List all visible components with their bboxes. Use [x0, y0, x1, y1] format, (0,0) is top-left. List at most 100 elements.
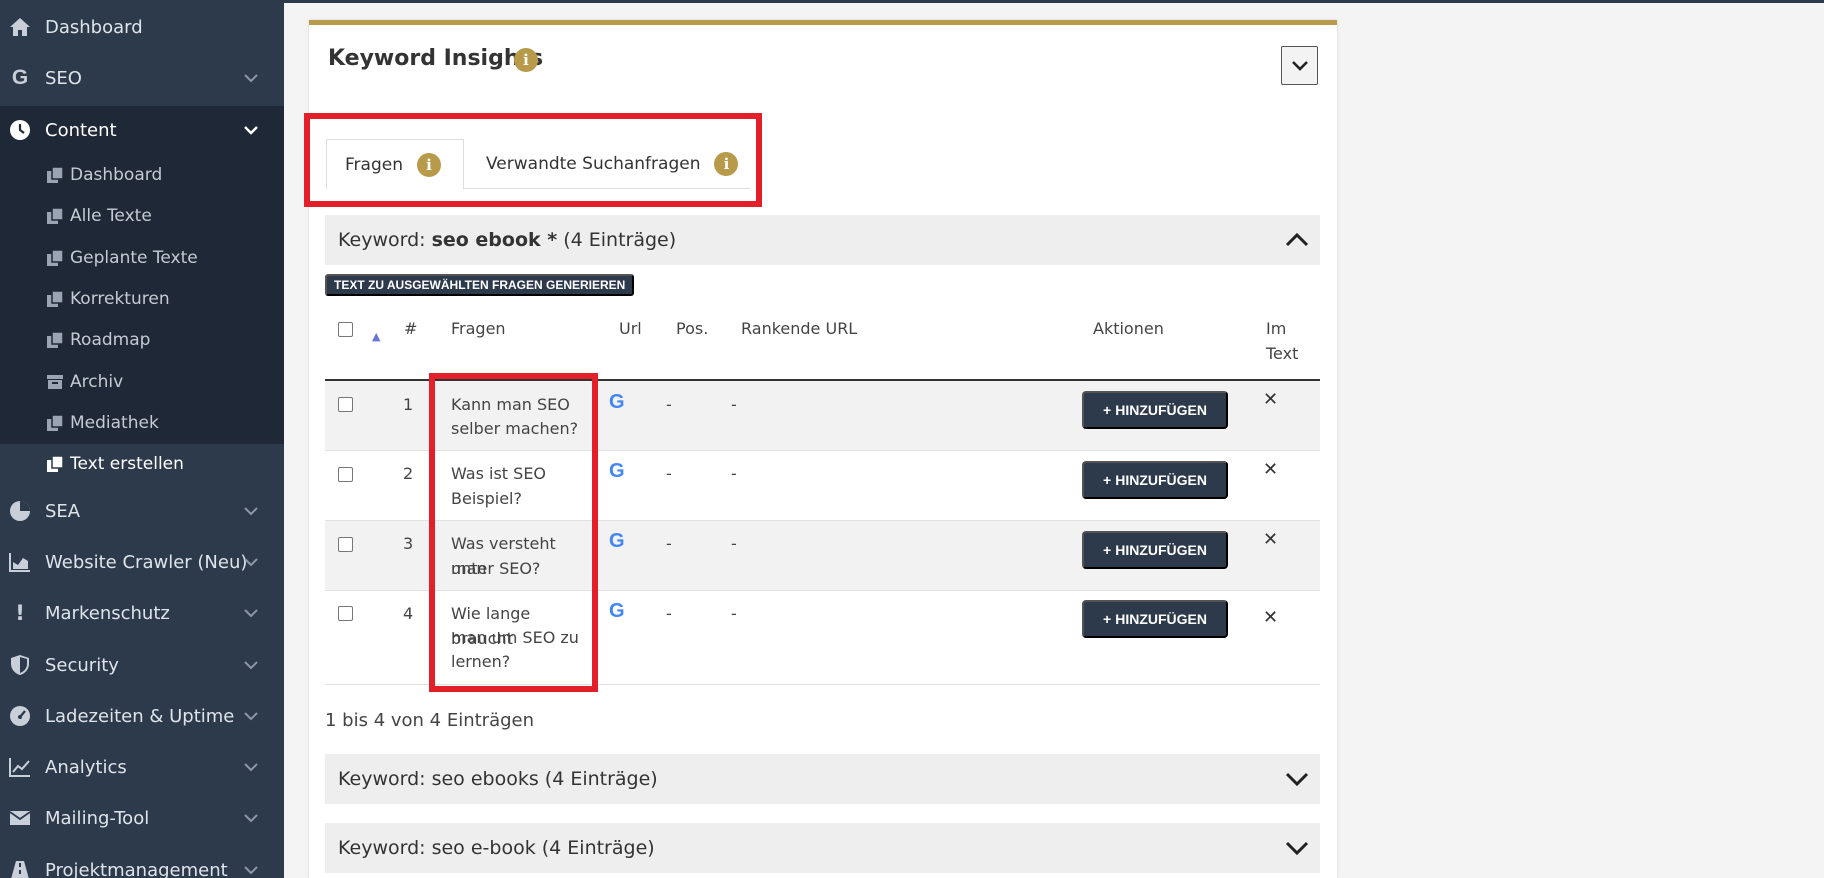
- google-search-icon[interactable]: G: [609, 600, 625, 623]
- add-button[interactable]: + HINZUFÜGEN: [1082, 531, 1228, 569]
- row-number: 2: [403, 464, 414, 483]
- keyword-count: (4 Einträge): [563, 229, 677, 251]
- submenu-item-label: Mediathek: [70, 413, 159, 433]
- keyword-header-collapsed[interactable]: Keyword: seo ebooks (4 Einträge): [325, 754, 1320, 804]
- sidebar-item-label: Content: [45, 119, 117, 141]
- sidebar-item-ladezeiten[interactable]: Ladezeiten & Uptime: [0, 692, 284, 740]
- copy-icon: [44, 247, 66, 269]
- ranking-url-value: -: [731, 395, 737, 414]
- not-in-text-icon: ✕: [1263, 607, 1279, 628]
- submenu-item-dashboard[interactable]: Dashboard: [0, 156, 284, 194]
- google-search-icon[interactable]: G: [609, 460, 625, 483]
- sidebar-item-label: Projektmanagement: [45, 859, 228, 878]
- sidebar-item-analytics[interactable]: Analytics: [0, 743, 284, 791]
- position-value: -: [666, 464, 672, 483]
- chevron-down-icon: [244, 74, 258, 83]
- position-value: -: [666, 604, 672, 623]
- sidebar-item-security[interactable]: Security: [0, 641, 284, 689]
- submenu-item-label: Roadmap: [70, 330, 151, 350]
- submenu-item-geplante-texte[interactable]: Geplante Texte: [0, 239, 284, 277]
- google-search-icon[interactable]: G: [609, 530, 625, 553]
- submenu-item-label: Text erstellen: [70, 454, 184, 474]
- col-header-im-text-line2: Text: [1266, 344, 1299, 363]
- submenu-item-label: Archiv: [70, 372, 124, 392]
- col-header-url[interactable]: Url: [619, 316, 642, 341]
- sidebar-item-seo[interactable]: G SEO: [0, 54, 284, 102]
- sidebar-item-label: Security: [45, 654, 119, 676]
- col-header-aktionen[interactable]: Aktionen: [1093, 316, 1164, 341]
- tabs-highlight-box: [304, 113, 762, 207]
- sidebar-item-content[interactable]: Content: [0, 106, 284, 154]
- col-header-fragen[interactable]: Fragen: [451, 316, 506, 341]
- table-entries-info: 1 bis 4 von 4 Einträgen: [325, 710, 535, 731]
- col-header-pos[interactable]: Pos.: [676, 316, 708, 341]
- archive-icon: [44, 371, 66, 393]
- submenu-item-korrekturen[interactable]: Korrekturen: [0, 280, 284, 318]
- chevron-down-icon: [244, 558, 258, 567]
- submenu-item-label: Geplante Texte: [70, 248, 198, 268]
- select-all-checkbox[interactable]: [338, 322, 353, 337]
- sidebar: Dashboard G SEO Content Dashboard Alle T…: [0, 0, 284, 878]
- plus-icon: +: [1103, 542, 1112, 558]
- submenu-item-text-erstellen[interactable]: Text erstellen: [0, 445, 284, 483]
- chevron-down-icon: [244, 661, 258, 670]
- ranking-url-value: -: [731, 464, 737, 483]
- google-g-icon: G: [11, 66, 29, 89]
- row-checkbox[interactable]: [338, 537, 353, 552]
- content-submenu: Dashboard Alle Texte Geplante Texte Korr…: [0, 150, 284, 444]
- envelope-icon: [8, 806, 32, 830]
- row-checkbox[interactable]: [338, 606, 353, 621]
- keyword-header-open[interactable]: Keyword: seo ebook * (4 Einträge): [325, 215, 1320, 265]
- submenu-item-alle-texte[interactable]: Alle Texte: [0, 197, 284, 235]
- sidebar-item-mailing-tool[interactable]: Mailing-Tool: [0, 794, 284, 842]
- col-header-im-text[interactable]: Im: [1266, 316, 1286, 341]
- sidebar-item-sea[interactable]: SEA: [0, 487, 284, 535]
- submenu-item-roadmap[interactable]: Roadmap: [0, 321, 284, 359]
- add-button[interactable]: + HINZUFÜGEN: [1082, 391, 1228, 429]
- chevron-down-icon: [1285, 841, 1309, 856]
- col-header-rankende-url[interactable]: Rankende URL: [741, 316, 857, 341]
- chevron-down-icon: [1291, 60, 1308, 71]
- sort-arrow-icon[interactable]: ▲: [372, 324, 380, 349]
- line-chart-icon: [8, 755, 32, 779]
- add-button[interactable]: + HINZUFÜGEN: [1082, 461, 1228, 499]
- exclamation-icon: !: [15, 601, 25, 625]
- submenu-item-mediathek[interactable]: Mediathek: [0, 404, 284, 442]
- add-button[interactable]: + HINZUFÜGEN: [1082, 600, 1228, 638]
- add-button-label: HINZUFÜGEN: [1115, 611, 1207, 627]
- row-number: 3: [403, 534, 414, 553]
- plus-icon: +: [1103, 611, 1112, 627]
- not-in-text-icon: ✕: [1263, 459, 1279, 480]
- col-header-num[interactable]: #: [404, 316, 417, 341]
- sidebar-item-projektmanagement[interactable]: Projektmanagement: [0, 846, 284, 878]
- copy-icon: [44, 453, 66, 475]
- area-chart-icon: [8, 550, 32, 574]
- generate-text-button[interactable]: TEXT ZU AUSGEWÄHLTEN FRAGEN GENERIEREN: [325, 274, 635, 296]
- info-icon[interactable]: i: [514, 48, 538, 72]
- sidebar-item-label: Mailing-Tool: [45, 807, 150, 829]
- chevron-down-icon: [244, 609, 258, 618]
- row-checkbox[interactable]: [338, 467, 353, 482]
- chevron-down-icon: [244, 866, 258, 875]
- keyword-header-collapsed[interactable]: Keyword: seo e-book (4 Einträge): [325, 823, 1320, 873]
- chevron-down-icon: [244, 763, 258, 772]
- add-button-label: HINZUFÜGEN: [1115, 472, 1207, 488]
- google-search-icon[interactable]: G: [609, 391, 625, 414]
- submenu-item-archiv[interactable]: Archiv: [0, 363, 284, 401]
- road-icon: [8, 858, 32, 878]
- chevron-down-icon: [244, 712, 258, 721]
- sidebar-item-dashboard[interactable]: Dashboard: [0, 3, 284, 51]
- chevron-down-icon: [244, 507, 258, 516]
- pie-chart-icon: [8, 499, 32, 523]
- row-checkbox[interactable]: [338, 397, 353, 412]
- home-icon: [8, 15, 32, 39]
- clock-icon: [8, 118, 32, 142]
- chevron-up-icon: [1285, 232, 1309, 247]
- ranking-url-value: -: [731, 534, 737, 553]
- position-value: -: [666, 395, 672, 414]
- dashboard-gauge-icon: [8, 704, 32, 728]
- sidebar-item-markenschutz[interactable]: ! Markenschutz: [0, 589, 284, 637]
- submenu-item-label: Alle Texte: [70, 206, 152, 226]
- sidebar-item-website-crawler[interactable]: Website Crawler (Neu): [0, 538, 284, 586]
- collapse-card-button[interactable]: [1281, 46, 1318, 85]
